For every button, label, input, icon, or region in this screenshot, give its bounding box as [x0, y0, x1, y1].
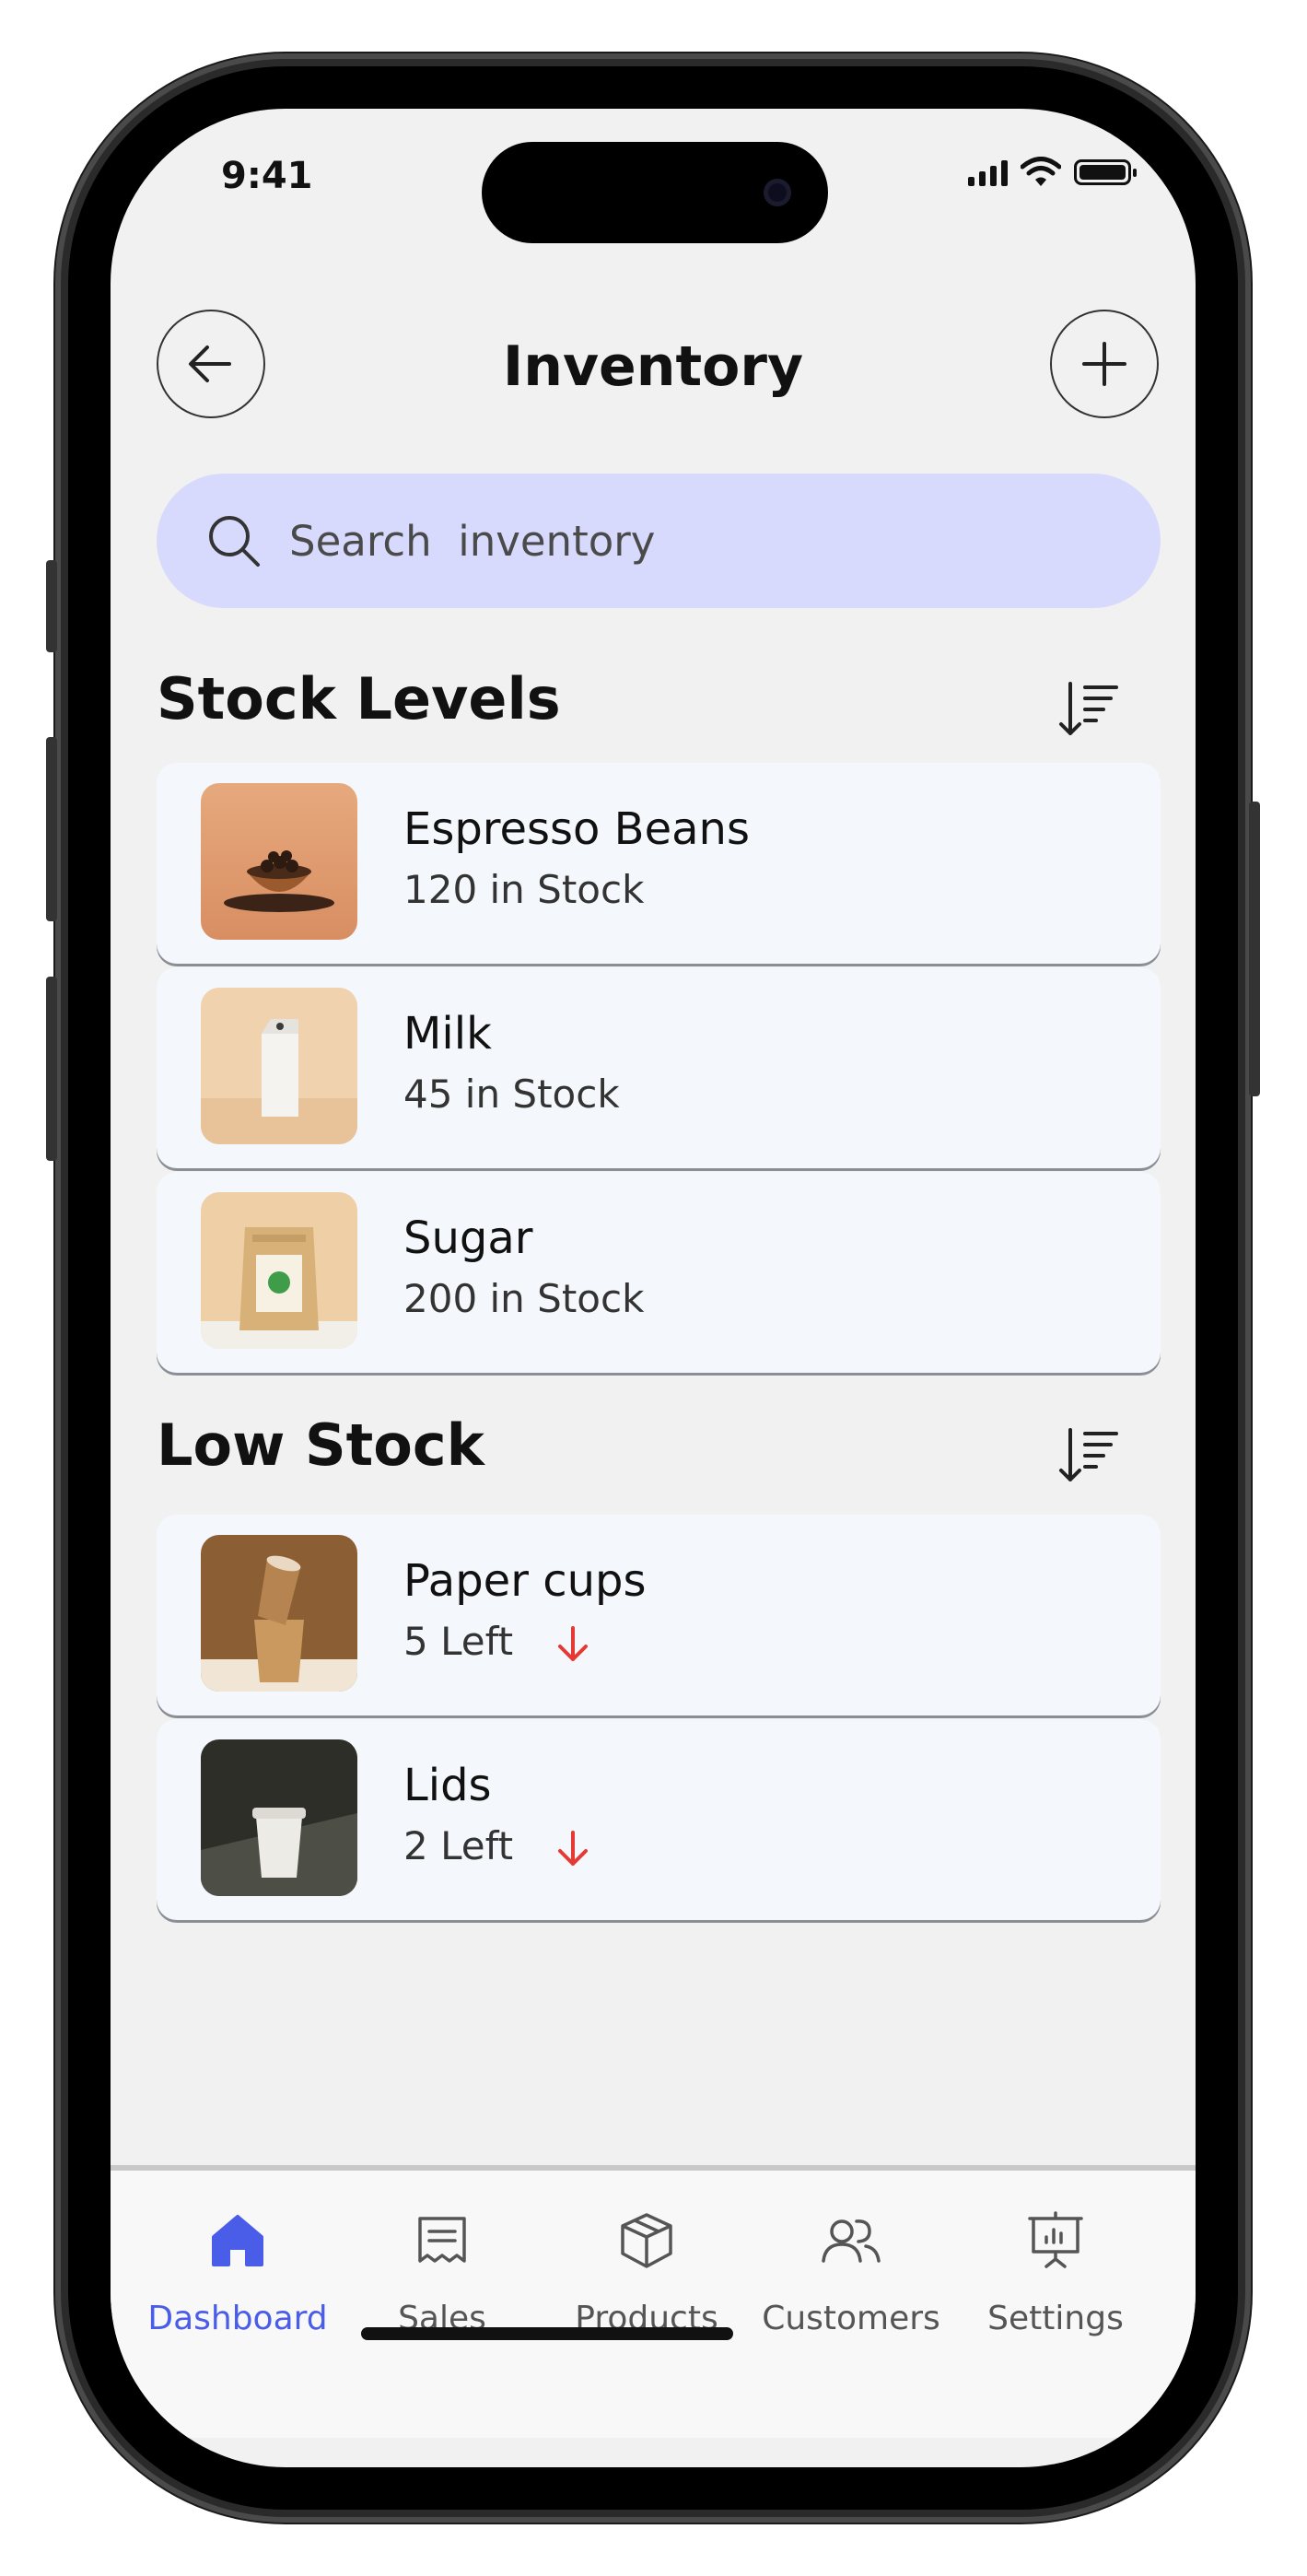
inventory-card-milk[interactable]: Milk 45 in Stock: [157, 967, 1161, 1168]
arrow-down-icon: [558, 1625, 589, 1661]
low-stock-card-lids[interactable]: Lids 2 Left: [157, 1719, 1161, 1920]
lids-image: [201, 1739, 357, 1896]
home-indicator[interactable]: [361, 2327, 733, 2340]
sort-icon[interactable]: [1057, 676, 1122, 741]
volume-up-button: [46, 737, 57, 921]
item-stock: 5 Left: [403, 1619, 591, 1665]
action-button: [46, 560, 57, 652]
home-icon: [212, 2215, 263, 2266]
box-icon: [621, 2213, 672, 2268]
receipt-icon: [418, 2217, 466, 2263]
search-bar[interactable]: [157, 474, 1161, 608]
low-stock-title: Low Stock: [157, 1411, 484, 1479]
signal-icon: [968, 158, 1008, 186]
status-icons: [968, 157, 1137, 188]
search-icon: [209, 516, 260, 567]
item-stock: 120 in Stock: [403, 867, 645, 912]
bottom-nav: Dashboard Sales Products Customers Setti…: [111, 2165, 1196, 2438]
nav-label: Settings: [987, 2300, 1124, 2337]
users-icon: [822, 2219, 881, 2263]
nav-item-settings[interactable]: Settings: [954, 2207, 1157, 2337]
item-name: Sugar: [403, 1212, 533, 1264]
page-title: Inventory: [502, 334, 804, 399]
nav-label: Dashboard: [147, 2300, 328, 2337]
plus-icon: [1082, 342, 1126, 386]
status-time: 9:41: [221, 155, 313, 197]
espresso-beans-image: [201, 783, 357, 940]
camera-icon: [764, 179, 791, 206]
nav-item-products[interactable]: Products: [545, 2207, 748, 2337]
power-button: [1249, 802, 1260, 1096]
item-name: Milk: [403, 1008, 492, 1060]
item-stock: 200 in Stock: [403, 1276, 645, 1321]
arrow-down-icon: [558, 1830, 589, 1866]
search-input[interactable]: [287, 515, 1028, 567]
dynamic-island: [482, 142, 828, 243]
battery-icon: [1074, 159, 1137, 185]
paper-cups-image: [201, 1535, 357, 1692]
nav-item-customers[interactable]: Customers: [750, 2207, 952, 2337]
sugar-image: [201, 1192, 357, 1349]
app-screen: 9:41 Inventory Stock Levels: [111, 109, 1196, 2467]
add-item-button[interactable]: [1050, 310, 1159, 418]
inventory-card-sugar[interactable]: Sugar 200 in Stock: [157, 1172, 1161, 1373]
sort-icon[interactable]: [1057, 1423, 1122, 1487]
milk-image: [201, 988, 357, 1144]
presentation-icon: [1028, 2211, 1083, 2268]
item-stock: 2 Left: [403, 1823, 591, 1869]
item-name: Paper cups: [403, 1555, 647, 1607]
item-stock-text: 2 Left: [403, 1823, 514, 1868]
nav-item-sales[interactable]: Sales: [341, 2207, 543, 2337]
low-stock-card-paper-cups[interactable]: Paper cups 5 Left: [157, 1515, 1161, 1715]
item-name: Espresso Beans: [403, 803, 750, 855]
nav-item-dashboard[interactable]: Dashboard: [136, 2207, 339, 2337]
item-stock: 45 in Stock: [403, 1071, 620, 1117]
nav-label: Customers: [762, 2300, 940, 2337]
wifi-icon: [1021, 157, 1061, 186]
inventory-card-espresso[interactable]: Espresso Beans 120 in Stock: [157, 763, 1161, 964]
volume-down-button: [46, 977, 57, 1161]
item-name: Lids: [403, 1760, 492, 1811]
stock-levels-title: Stock Levels: [157, 665, 561, 732]
item-stock-text: 5 Left: [403, 1619, 514, 1664]
